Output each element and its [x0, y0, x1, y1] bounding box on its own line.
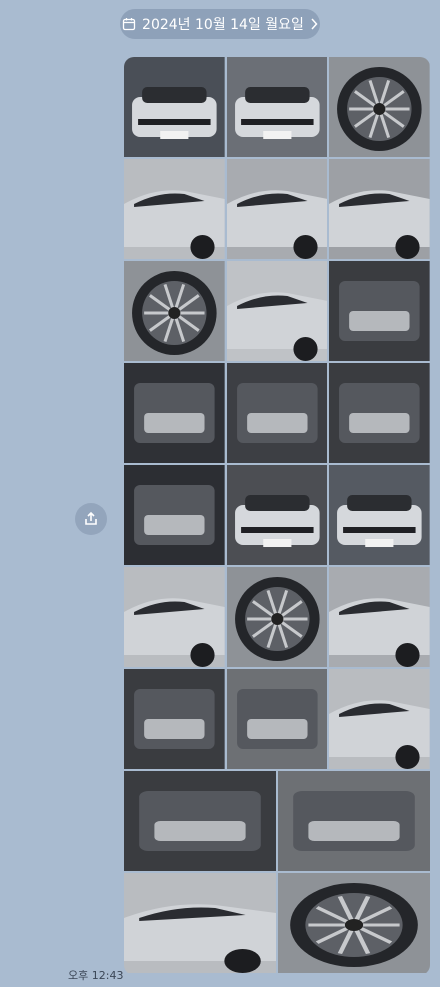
photo-image	[329, 261, 430, 361]
photo-thumbnail[interactable]	[124, 873, 276, 973]
photo-image	[278, 771, 430, 871]
photo-image	[226, 465, 328, 565]
photo-image	[329, 669, 430, 769]
photo-image	[226, 261, 328, 361]
photo-thumbnail[interactable]	[124, 465, 225, 565]
photo-image	[226, 363, 328, 463]
photo-image	[329, 159, 430, 259]
photo-row	[124, 567, 430, 667]
photo-thumbnail[interactable]	[278, 873, 430, 973]
photo-thumbnail[interactable]	[226, 57, 328, 157]
photo-image	[124, 771, 276, 871]
photo-image	[278, 873, 430, 973]
photo-thumbnail[interactable]	[329, 159, 430, 259]
photo-row	[124, 873, 430, 973]
photo-thumbnail[interactable]	[329, 261, 430, 361]
photo-thumbnail[interactable]	[226, 261, 328, 361]
photo-thumbnail[interactable]	[226, 363, 328, 463]
photo-row	[124, 363, 430, 463]
photo-thumbnail[interactable]	[124, 159, 225, 259]
photo-thumbnail[interactable]	[329, 567, 430, 667]
photo-thumbnail[interactable]	[124, 261, 225, 361]
photo-image	[124, 567, 225, 667]
photo-row	[124, 465, 430, 565]
calendar-icon	[122, 18, 136, 31]
photo-image	[124, 261, 225, 361]
photo-thumbnail[interactable]	[124, 57, 225, 157]
photo-row	[124, 261, 430, 361]
photo-thumbnail[interactable]	[226, 669, 328, 769]
photo-thumbnail[interactable]	[329, 57, 430, 157]
photo-thumbnail[interactable]	[124, 771, 276, 871]
photo-row	[124, 669, 430, 769]
photo-image	[226, 669, 328, 769]
photo-thumbnail[interactable]	[124, 669, 225, 769]
photo-thumbnail[interactable]	[226, 159, 328, 259]
photo-image	[124, 873, 276, 973]
message-time: 오후 12:43	[68, 969, 124, 982]
photo-thumbnail[interactable]	[124, 363, 225, 463]
share-icon	[85, 511, 97, 525]
photo-image	[226, 159, 328, 259]
photo-image	[124, 465, 225, 565]
date-header[interactable]: 2024년 10월 14일 월요일	[120, 9, 320, 39]
photo-image	[226, 567, 328, 667]
photo-image	[329, 567, 430, 667]
photo-thumbnail[interactable]	[226, 465, 328, 565]
share-button[interactable]	[75, 503, 107, 535]
chevron-right-icon	[311, 18, 318, 30]
photo-thumbnail[interactable]	[329, 363, 430, 463]
photo-row	[124, 57, 430, 157]
photo-thumbnail[interactable]	[329, 669, 430, 769]
photo-thumbnail[interactable]	[329, 465, 430, 565]
photo-image	[124, 669, 225, 769]
photo-row	[124, 771, 430, 871]
date-label: 2024년 10월 14일 월요일	[142, 17, 304, 33]
photo-image	[124, 159, 225, 259]
photo-thumbnail[interactable]	[124, 567, 225, 667]
photo-row	[124, 159, 430, 259]
photo-image	[329, 363, 430, 463]
photo-thumbnail[interactable]	[278, 771, 430, 871]
photo-thumbnail[interactable]	[226, 567, 328, 667]
photo-image	[226, 57, 328, 157]
photo-gallery[interactable]	[124, 57, 430, 975]
photo-image	[329, 57, 430, 157]
photo-image	[124, 57, 225, 157]
photo-image	[329, 465, 430, 565]
photo-image	[124, 363, 225, 463]
